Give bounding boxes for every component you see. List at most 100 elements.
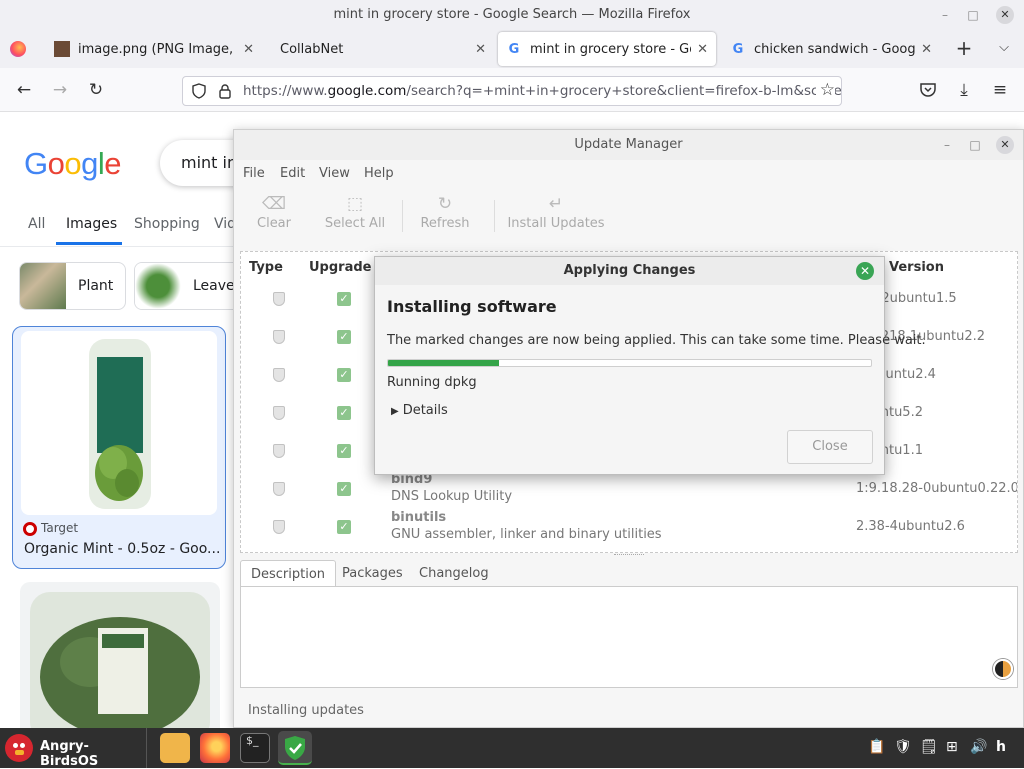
plant-thumbnail bbox=[20, 263, 66, 309]
image-result-card[interactable] bbox=[20, 582, 220, 728]
upgrade-checkbox[interactable]: ✓ bbox=[337, 330, 351, 344]
bookmark-star-icon[interactable]: ☆ bbox=[815, 80, 835, 100]
clock-text[interactable]: h bbox=[996, 739, 1006, 755]
shield-icon[interactable] bbox=[191, 83, 207, 99]
terminal-icon[interactable]: $_ bbox=[240, 733, 270, 763]
target-logo-icon bbox=[23, 522, 37, 536]
reload-icon[interactable]: ↻ bbox=[84, 78, 108, 102]
volume-icon[interactable]: 🔊 bbox=[970, 739, 987, 755]
tab-image-png[interactable]: image.png (PNG Image, 208 ✕ bbox=[46, 32, 262, 66]
table-row[interactable]: ✓ binutils GNU assembler, linker and bin… bbox=[241, 510, 1017, 548]
shield-tray-icon[interactable]: 🛡 bbox=[894, 739, 912, 755]
select-all-button[interactable]: ⬚ Select All bbox=[322, 194, 388, 231]
hamburger-menu-icon[interactable]: ≡ bbox=[988, 78, 1012, 102]
table-row[interactable]: ✓ bind9 DNS Lookup Utility 1:9.18.28-0ub… bbox=[241, 472, 1017, 510]
tab-all[interactable]: All bbox=[28, 216, 45, 232]
package-type-shield-icon bbox=[273, 368, 285, 382]
close-button[interactable]: Close bbox=[787, 430, 873, 464]
clipboard-icon[interactable]: 📋 bbox=[868, 739, 885, 755]
chip-plant[interactable]: Plant bbox=[19, 262, 126, 310]
description-pane bbox=[240, 586, 1018, 688]
maximize-button[interactable]: □ bbox=[964, 6, 982, 24]
tab-collabnet[interactable]: CollabNet ✕ bbox=[272, 32, 494, 66]
list-tabs-chevron-icon[interactable]: ⌵ bbox=[992, 36, 1016, 60]
tab-close-icon[interactable]: ✕ bbox=[475, 42, 486, 57]
close-icon[interactable]: ✕ bbox=[856, 262, 874, 280]
tab-mint-search[interactable]: G mint in grocery store - Goog ✕ bbox=[498, 32, 716, 66]
back-arrow-icon[interactable]: ← bbox=[12, 78, 36, 102]
downloads-icon[interactable]: ⤓ bbox=[952, 78, 976, 102]
new-tab-button[interactable]: + bbox=[952, 36, 976, 60]
progress-status: Running dpkg bbox=[387, 375, 477, 390]
toolbar: ⌫ Clear ⬚ Select All ↻ Refresh ↵ Install… bbox=[234, 188, 1023, 242]
notes-icon[interactable]: 🗒 bbox=[920, 739, 938, 755]
google-logo[interactable]: Google bbox=[24, 146, 122, 182]
install-icon: ↵ bbox=[548, 194, 564, 214]
clear-button[interactable]: ⌫ Clear bbox=[254, 194, 294, 231]
select-all-icon: ⬚ bbox=[346, 194, 364, 214]
firefox-icon[interactable] bbox=[200, 733, 230, 763]
close-window-button[interactable]: ✕ bbox=[996, 136, 1014, 154]
start-menu-button[interactable]: Angry-BirdsOS bbox=[0, 728, 134, 769]
toolbar-separator bbox=[494, 200, 495, 232]
pocket-icon[interactable] bbox=[916, 78, 940, 102]
package-description: GNU assembler, linker and binary utiliti… bbox=[391, 527, 662, 542]
url-domain: google.com bbox=[327, 83, 407, 99]
google-favicon: G bbox=[508, 41, 520, 57]
pane-splitter-handle[interactable] bbox=[614, 554, 644, 556]
menu-help[interactable]: Help bbox=[364, 166, 394, 181]
dialog-message: The marked changes are now being applied… bbox=[387, 333, 926, 348]
status-text: Installing updates bbox=[248, 703, 364, 718]
url-bar[interactable]: https://www. google.com/search?q=+mint+in… bbox=[182, 76, 842, 106]
column-upgrade[interactable]: Upgrade bbox=[309, 260, 371, 275]
upgrade-checkbox[interactable]: ✓ bbox=[337, 482, 351, 496]
menu-view[interactable]: View bbox=[319, 166, 350, 181]
image-favicon bbox=[54, 41, 70, 57]
tab-chicken-sandwich[interactable]: G chicken sandwich - Google S ✕ bbox=[722, 32, 940, 66]
package-type-shield-icon bbox=[273, 444, 285, 458]
firefox-menu-icon[interactable] bbox=[6, 32, 34, 66]
close-window-button[interactable]: ✕ bbox=[996, 6, 1014, 24]
upgrade-checkbox[interactable]: ✓ bbox=[337, 444, 351, 458]
package-type-shield-icon bbox=[273, 482, 285, 496]
tab-close-icon[interactable]: ✕ bbox=[921, 42, 932, 57]
files-folder-icon[interactable] bbox=[160, 733, 190, 763]
details-expander[interactable]: ▶ Details bbox=[391, 403, 448, 418]
dialog-title-bar: Applying Changes ✕ bbox=[375, 257, 884, 285]
tab-images[interactable]: Images bbox=[66, 216, 117, 232]
upgrade-checkbox[interactable]: ✓ bbox=[337, 520, 351, 534]
tab-close-icon[interactable]: ✕ bbox=[243, 42, 254, 57]
upgrade-checkbox[interactable]: ✓ bbox=[337, 292, 351, 306]
column-version[interactable]: Version bbox=[889, 260, 944, 275]
theme-toggle-icon[interactable] bbox=[993, 659, 1013, 679]
maximize-button[interactable]: □ bbox=[966, 136, 984, 154]
refresh-icon: ↻ bbox=[437, 194, 453, 214]
forward-arrow-icon[interactable]: → bbox=[48, 78, 72, 102]
upgrade-checkbox[interactable]: ✓ bbox=[337, 406, 351, 420]
minimize-button[interactable]: – bbox=[936, 6, 954, 24]
tab-changelog[interactable]: Changelog bbox=[409, 560, 499, 587]
tab-description[interactable]: Description bbox=[240, 560, 337, 587]
menu-edit[interactable]: Edit bbox=[280, 166, 305, 181]
refresh-button[interactable]: ↻ Refresh bbox=[418, 194, 472, 231]
leaves-thumbnail bbox=[135, 263, 181, 309]
network-icon[interactable]: ⊞ bbox=[946, 739, 958, 755]
result-title[interactable]: Organic Mint - 0.5oz - Goo... bbox=[24, 541, 220, 557]
lock-icon[interactable] bbox=[217, 83, 233, 99]
tab-close-icon[interactable]: ✕ bbox=[697, 42, 708, 57]
mint-package-image bbox=[21, 331, 217, 515]
column-type[interactable]: Type bbox=[249, 260, 283, 275]
navigation-bar: ← → ↻ https://www. google.com/search?q=+m… bbox=[0, 68, 1024, 112]
package-type-shield-icon bbox=[273, 330, 285, 344]
image-result-card[interactable]: Target Organic Mint - 0.5oz - Goo... bbox=[12, 326, 226, 569]
menu-file[interactable]: File bbox=[243, 166, 265, 181]
update-manager-taskbar-icon[interactable] bbox=[278, 731, 312, 765]
install-updates-button[interactable]: ↵ Install Updates bbox=[506, 194, 606, 231]
tab-shopping[interactable]: Shopping bbox=[134, 216, 200, 232]
package-name: binutils bbox=[391, 510, 447, 525]
tab-packages[interactable]: Packages bbox=[332, 560, 413, 587]
package-description: DNS Lookup Utility bbox=[391, 489, 513, 504]
progress-fill bbox=[388, 360, 500, 366]
minimize-button[interactable]: – bbox=[938, 136, 956, 154]
upgrade-checkbox[interactable]: ✓ bbox=[337, 368, 351, 382]
